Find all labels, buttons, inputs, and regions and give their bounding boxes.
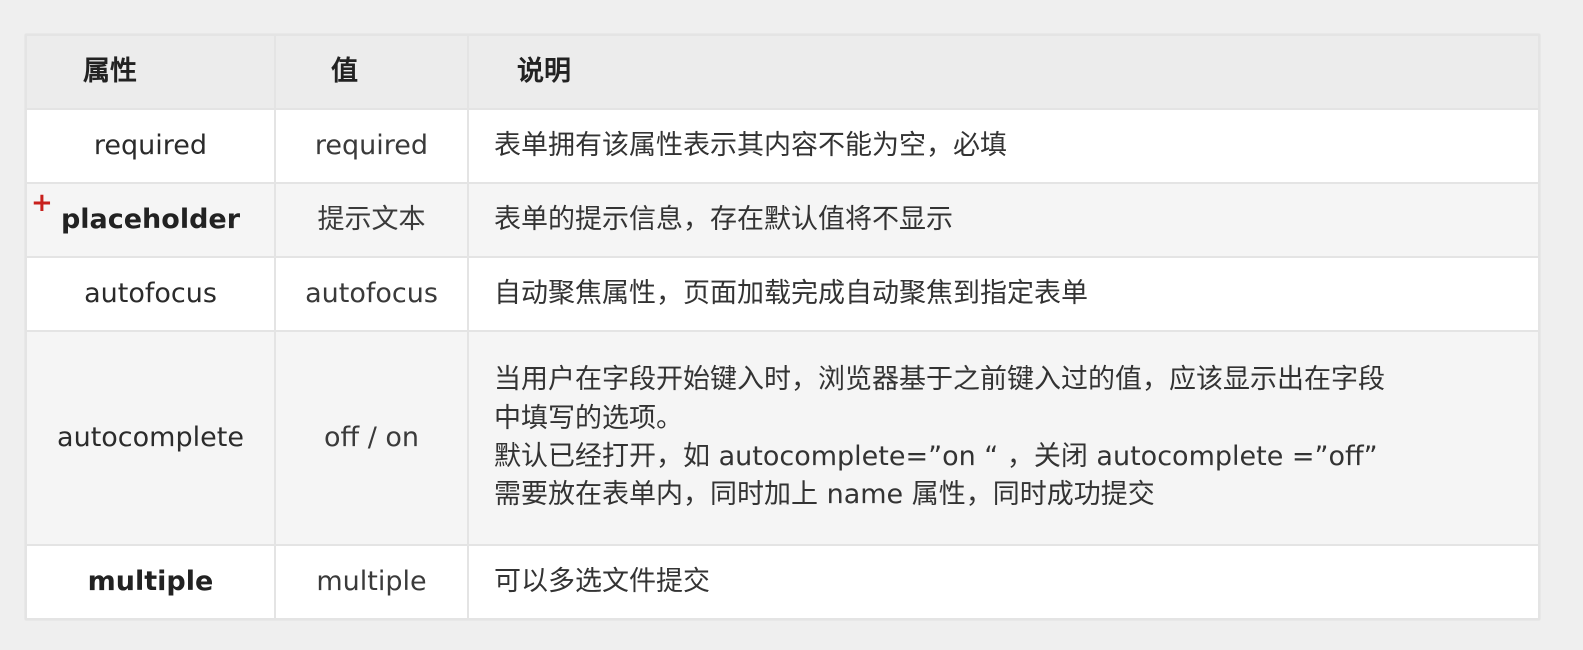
header-value: 值 (274, 34, 469, 110)
table-row: required required 表单拥有该属性表示其内容不能为空，必填 (25, 108, 1540, 184)
table-row: + placeholder 提示文本 表单的提示信息，存在默认值将不显示 (25, 182, 1540, 258)
table-row: autocomplete off / on 当用户在字段开始键入时，浏览器基于之… (25, 330, 1540, 546)
description-cell: 当用户在字段开始键入时，浏览器基于之前键入过的值，应该显示出在字段 中填写的选项… (467, 330, 1540, 546)
attribute-cell: + placeholder (25, 182, 276, 258)
description-cell: 可以多选文件提交 (467, 544, 1540, 620)
value-cell: autofocus (274, 256, 469, 332)
attribute-name: multiple (87, 565, 214, 597)
description-line: 默认已经打开，如 autocomplete=”on “ ，关闭 autocomp… (494, 441, 1378, 472)
header-description: 说明 (467, 34, 1540, 110)
plus-icon: + (31, 188, 53, 218)
attribute-cell: autocomplete (25, 330, 276, 546)
description-line: 表单的提示信息，存在默认值将不显示 (494, 203, 953, 235)
description-line: 自动聚焦属性，页面加载完成自动聚焦到指定表单 (494, 277, 1088, 309)
attribute-name: autocomplete (57, 421, 244, 453)
description-line: 表单拥有该属性表示其内容不能为空，必填 (494, 129, 1007, 161)
value-cell: multiple (274, 544, 469, 620)
attribute-cell: autofocus (25, 256, 276, 332)
description-cell: 表单拥有该属性表示其内容不能为空，必填 (467, 108, 1540, 184)
description-line: 需要放在表单内，同时加上 name 属性，同时成功提交 (494, 479, 1155, 511)
description-line: 可以多选文件提交 (494, 565, 710, 597)
table-row: autofocus autofocus 自动聚焦属性，页面加载完成自动聚焦到指定… (25, 256, 1540, 332)
attribute-cell: required (25, 108, 276, 184)
value-cell: off / on (274, 330, 469, 546)
value-cell: 提示文本 (274, 182, 469, 258)
description-line: 当用户在字段开始键入时，浏览器基于之前键入过的值，应该显示出在字段 (494, 364, 1385, 396)
attribute-cell: multiple (25, 544, 276, 620)
header-attribute: 属性 (25, 34, 276, 110)
description-cell: 表单的提示信息，存在默认值将不显示 (467, 182, 1540, 258)
table-header-row: 属性 值 说明 (25, 34, 1540, 110)
description-line: 中填写的选项。 (494, 402, 683, 434)
value-cell: required (274, 108, 469, 184)
page: 属性 值 说明 required required 表单拥有该属性表示其内容不能… (0, 0, 1583, 650)
attribute-name: placeholder (60, 203, 241, 235)
attributes-table: 属性 值 说明 required required 表单拥有该属性表示其内容不能… (25, 34, 1540, 620)
table-row: multiple multiple 可以多选文件提交 (25, 544, 1540, 620)
description-cell: 自动聚焦属性，页面加载完成自动聚焦到指定表单 (467, 256, 1540, 332)
attribute-name: autofocus (84, 277, 217, 309)
attribute-name: required (93, 129, 208, 161)
